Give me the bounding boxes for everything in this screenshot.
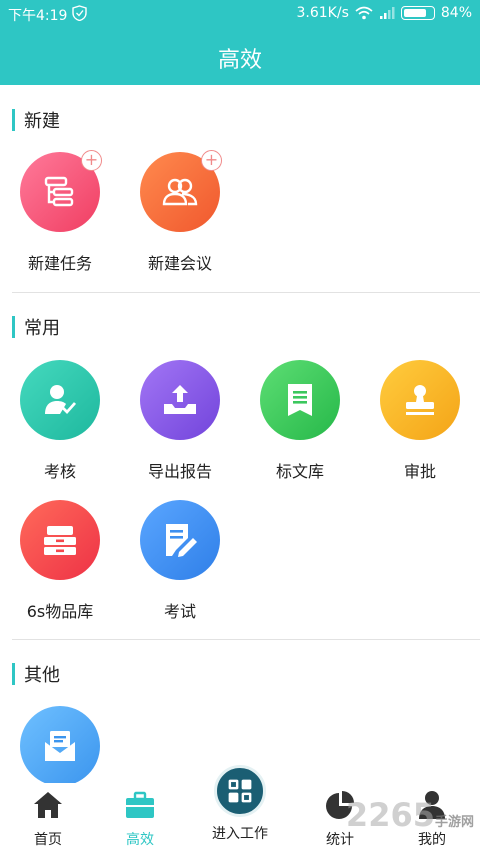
- other-mail-circle: [20, 706, 100, 786]
- 6s-storage-circle: [20, 500, 100, 580]
- nav-home[interactable]: 首页: [0, 789, 96, 849]
- approval-circle: [380, 360, 460, 440]
- signal-icon: [379, 7, 395, 19]
- page-title: 高效: [217, 48, 262, 73]
- watermark-logo: 2265手游网: [346, 796, 474, 834]
- task-tree-icon: [44, 176, 74, 207]
- export-report-button[interactable]: 导出报告: [120, 360, 240, 482]
- section-header-new: 新建: [12, 108, 60, 132]
- nav-enter-work[interactable]: 进入工作: [192, 765, 288, 843]
- section-accent-bar: [12, 109, 15, 131]
- stamp-icon: [406, 385, 434, 415]
- home-icon: [34, 792, 62, 818]
- assessment-button[interactable]: 考核: [0, 360, 120, 482]
- section-title: 常用: [24, 318, 60, 339]
- new-task-button[interactable]: + 新建任务: [0, 150, 120, 274]
- section-header-other: 其他: [12, 662, 60, 686]
- tile-label: 6s物品库: [26, 602, 94, 621]
- exam-button[interactable]: 考试: [120, 500, 240, 622]
- add-badge-icon: +: [81, 150, 102, 171]
- shield-icon: [72, 5, 87, 21]
- section-divider: [12, 292, 480, 293]
- briefcase-icon: [126, 791, 154, 818]
- document-library-circle: [260, 360, 340, 440]
- export-tray-icon: [164, 385, 196, 414]
- document-library-button[interactable]: 标文库: [240, 360, 360, 482]
- meeting-people-icon: [162, 178, 198, 206]
- mail-envelope-icon: [45, 731, 75, 761]
- new-task-circle: +: [20, 150, 102, 232]
- tile-label: 考核: [43, 462, 76, 481]
- other-mail-button[interactable]: [0, 706, 120, 786]
- tile-label: 新建会议: [147, 254, 212, 273]
- section-divider: [12, 639, 480, 640]
- nav-label: 首页: [34, 832, 62, 848]
- battery-icon: [400, 6, 435, 20]
- battery-percent: 84%: [440, 5, 472, 21]
- section-accent-bar: [12, 316, 15, 338]
- add-badge-icon: +: [201, 150, 222, 171]
- status-bar: 下午4:19 3.61K/s 84%: [0, 0, 480, 28]
- network-speed: 3.61K/s: [296, 5, 349, 21]
- nav-label: 高效: [126, 832, 154, 848]
- app-root: 下午4:19 3.61K/s 84% 高效 新建 + 新建任务 + 新建会议 常…: [0, 0, 480, 853]
- section-header-common: 常用: [12, 315, 60, 339]
- watermark-sub: 手游网: [434, 815, 474, 830]
- tile-label: 新建任务: [27, 254, 92, 273]
- tile-label: 考试: [163, 602, 196, 621]
- section-title: 新建: [24, 111, 60, 132]
- approval-button[interactable]: 审批: [360, 360, 480, 482]
- exam-circle: [140, 500, 220, 580]
- watermark-text: 2265: [345, 796, 435, 834]
- tile-label: 标文库: [275, 462, 324, 481]
- tile-label: 审批: [403, 462, 436, 481]
- 6s-storage-button[interactable]: 6s物品库: [0, 500, 120, 622]
- new-meeting-button[interactable]: + 新建会议: [120, 150, 240, 274]
- nav-efficiency[interactable]: 高效: [92, 789, 188, 849]
- user-check-icon: [45, 385, 77, 415]
- new-meeting-circle: +: [140, 150, 222, 232]
- document-library-icon: [288, 384, 312, 416]
- status-time: 下午4:19: [8, 8, 68, 24]
- enter-work-button: [214, 765, 266, 817]
- tile-label: 导出报告: [147, 462, 212, 481]
- section-title: 其他: [24, 665, 60, 686]
- battery-level-fill: [403, 9, 426, 17]
- top-header: 下午4:19 3.61K/s 84% 高效: [0, 0, 480, 85]
- section-accent-bar: [12, 663, 15, 685]
- status-right: 3.61K/s 84%: [297, 5, 473, 21]
- assessment-circle: [20, 360, 100, 440]
- storage-drawer-icon: [44, 526, 76, 555]
- export-report-circle: [140, 360, 220, 440]
- nav-label: 进入工作: [212, 826, 268, 842]
- wifi-icon: [355, 6, 373, 20]
- enter-work-icon: [228, 779, 252, 803]
- exam-pencil-icon: [166, 524, 197, 557]
